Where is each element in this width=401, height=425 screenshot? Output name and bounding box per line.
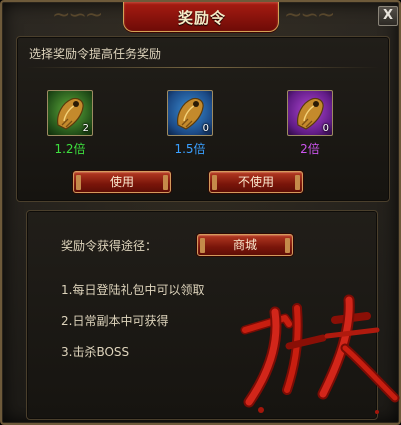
button-cap-right (285, 238, 290, 253)
source-item: 3.击杀BOSS (61, 345, 130, 359)
button-cap-left (212, 175, 217, 190)
token-count: 2 (82, 123, 89, 134)
title-bar: 奖励令 (123, 2, 279, 32)
button-cap-right (163, 175, 168, 190)
ornament-left-icon: ~∽~ (52, 3, 103, 28)
token-slot-purple[interactable]: 0 (287, 90, 333, 136)
instruction-text: 选择奖励令提高任务奖励 (29, 47, 162, 61)
button-cap-left (76, 175, 81, 190)
button-cap-left (200, 238, 205, 253)
shop-button-label: 商城 (232, 238, 257, 252)
shop-button[interactable]: 商城 (197, 234, 293, 256)
ornament-right-icon: ~∽~ (284, 3, 335, 28)
source-label: 奖励令获得途径： (61, 239, 158, 253)
token-slot-green[interactable]: 2 (47, 90, 93, 136)
reward-token-window: ~∽~ ~∽~ 奖励令 X 选择奖励令提高任务奖励 2 1.2倍 0 1.5倍 … (0, 0, 401, 425)
close-button[interactable]: X (378, 6, 398, 26)
token-slot-blue[interactable]: 0 (167, 90, 213, 136)
token-count: 0 (202, 123, 209, 134)
token-count: 0 (322, 123, 329, 134)
close-icon: X (382, 8, 394, 23)
source-item: 2.日常副本中可获得 (61, 314, 169, 328)
token-multiplier: 2倍 (300, 142, 320, 156)
use-button-label: 使用 (109, 175, 134, 189)
source-item: 1.每日登陆礼包中可以领取 (61, 283, 205, 297)
token-multiplier: 1.2倍 (54, 142, 86, 156)
divider (27, 67, 379, 68)
dont-use-button[interactable]: 不使用 (209, 171, 303, 193)
button-cap-right (295, 175, 300, 190)
calligraphy-art (240, 294, 400, 414)
token-multiplier: 1.5倍 (174, 142, 206, 156)
dont-use-button-label: 不使用 (237, 175, 274, 189)
window-title: 奖励令 (177, 9, 226, 27)
use-button[interactable]: 使用 (73, 171, 171, 193)
token-select-panel: 选择奖励令提高任务奖励 2 1.2倍 0 1.5倍 0 2倍 使用 不使用 (16, 36, 390, 202)
